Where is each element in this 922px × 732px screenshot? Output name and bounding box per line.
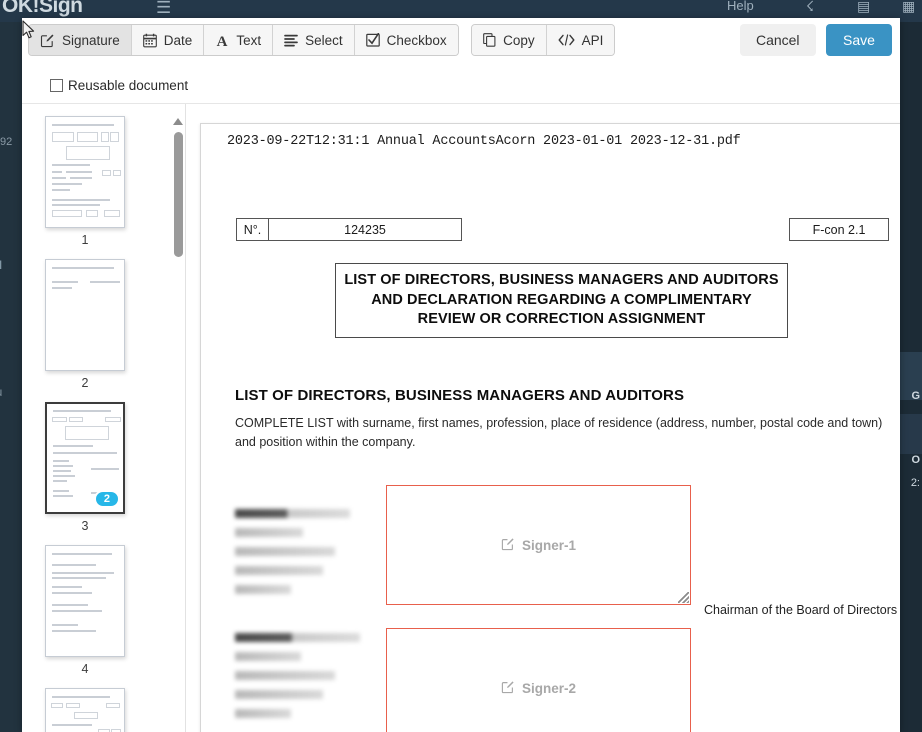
redacted-party-details xyxy=(235,509,355,604)
editor-body: 1 2 2 3 4 2023-09-22T12:31:1 Annual Acco… xyxy=(22,104,900,732)
copy-icon xyxy=(483,33,496,47)
utility-tools-group: Copy API xyxy=(471,24,616,56)
modal-actions: Cancel Save xyxy=(734,24,892,56)
sidebar-fragment-api[interactable]: API xyxy=(0,258,2,272)
list-lines-icon xyxy=(284,34,298,47)
field-tools-group: Signature Date A Text Select Checkbox xyxy=(28,24,459,56)
thumbnail-page-5[interactable] xyxy=(45,688,125,732)
editor-toolbar: Signature Date A Text Select Checkbox Co… xyxy=(22,18,900,60)
thumbnail-field-count-badge: 2 xyxy=(93,490,120,508)
signature-field-signer-2[interactable]: Signer-2 xyxy=(386,628,691,732)
pen-square-icon xyxy=(40,33,55,48)
svg-text:A: A xyxy=(217,34,228,48)
document-title: LIST OF DIRECTORS, BUSINESS MANAGERS AND… xyxy=(335,263,788,338)
document-viewer[interactable]: 2023-09-22T12:31:1 Annual AccountsAcorn … xyxy=(186,104,900,732)
signature-field-signer-1[interactable]: Signer-1 xyxy=(386,485,691,605)
help-link[interactable]: Help xyxy=(727,0,754,13)
document-number-value: 124235 xyxy=(344,222,386,237)
tool-date-label: Date xyxy=(163,32,193,48)
tool-text-button[interactable]: A Text xyxy=(204,25,274,55)
thumbnail-page-2[interactable] xyxy=(45,259,125,371)
tool-signature-button[interactable]: Signature xyxy=(29,25,132,55)
thumbnail-page-1[interactable] xyxy=(45,116,125,228)
right-panel-label-time: 2: xyxy=(910,477,920,489)
copy-label: Copy xyxy=(503,32,535,48)
pen-square-icon xyxy=(501,680,515,697)
thumbnail-item[interactable]: 4 xyxy=(22,545,148,676)
save-button[interactable]: Save xyxy=(826,24,892,56)
document-page[interactable]: 2023-09-22T12:31:1 Annual AccountsAcorn … xyxy=(200,123,900,732)
signature-field-name: Signer-1 xyxy=(521,537,576,553)
pen-square-icon xyxy=(501,537,515,554)
redacted-party-details xyxy=(235,633,365,728)
tool-checkbox-label: Checkbox xyxy=(386,32,447,48)
role-label-chairman: Chairman of the Board of Directors xyxy=(704,603,898,617)
copy-button[interactable]: Copy xyxy=(472,25,547,55)
resize-handle-icon[interactable] xyxy=(678,592,689,603)
thumbnail-number: 4 xyxy=(81,662,89,676)
code-brackets-icon xyxy=(558,34,575,46)
sidebar-fragment-contact[interactable]: ct u xyxy=(0,385,2,399)
reusable-document-row[interactable]: Reusable document xyxy=(50,78,188,93)
api-button[interactable]: API xyxy=(546,25,615,55)
right-panel-label-g: G xyxy=(911,390,920,402)
reusable-document-label: Reusable document xyxy=(68,78,189,93)
signature-field-label: Signer-2 xyxy=(501,680,576,697)
chevron-up-icon[interactable] xyxy=(173,118,183,125)
calendar-icon xyxy=(142,33,157,48)
thumbnail-item[interactable]: 2 xyxy=(22,259,148,390)
tool-text-label: Text xyxy=(236,32,262,48)
document-form-code: F-con 2.1 xyxy=(789,218,889,241)
tool-select-label: Select xyxy=(305,32,343,48)
document-filename: 2023-09-22T12:31:1 Annual AccountsAcorn … xyxy=(227,134,741,149)
tool-checkbox-button[interactable]: Checkbox xyxy=(354,25,458,55)
app-logo[interactable]: OK!Sign xyxy=(2,0,83,18)
thumbnail-item[interactable]: 5 xyxy=(22,688,148,732)
grid-icon[interactable]: ▦ xyxy=(902,0,915,15)
section-paragraph: COMPLETE LIST with surname, first names,… xyxy=(235,416,883,449)
checkbox-check-icon xyxy=(365,33,380,47)
api-label: API xyxy=(581,32,604,48)
document-number-label: N°. xyxy=(237,219,269,240)
tool-date-button[interactable]: Date xyxy=(131,25,205,55)
signature-field-label: Signer-1 xyxy=(501,537,576,554)
thumbnail-scrollbar[interactable] xyxy=(170,104,186,732)
signature-field-name: Signer-2 xyxy=(521,680,576,696)
thumbnail-page-3[interactable]: 2 xyxy=(45,402,125,514)
thumbnail-item[interactable]: 2 3 xyxy=(22,402,148,533)
reusable-document-checkbox[interactable] xyxy=(50,79,63,92)
page-thumbnail-list[interactable]: 1 2 2 3 4 xyxy=(22,104,148,732)
thumbnail-item[interactable]: 1 xyxy=(22,116,148,247)
thumbnail-number: 2 xyxy=(81,376,89,390)
section-heading: LIST OF DIRECTORS, BUSINESS MANAGERS AND… xyxy=(235,387,685,404)
hamburger-icon[interactable]: ☰ xyxy=(156,0,171,18)
tool-signature-label: Signature xyxy=(62,32,120,48)
sidebar-counter: 92 xyxy=(0,136,13,148)
document-number-field: N°. 124235 xyxy=(236,218,462,241)
thumbnail-number: 3 xyxy=(81,519,89,533)
thumbnail-page-4[interactable] xyxy=(45,545,125,657)
notifications-icon[interactable]: ☇ xyxy=(806,0,814,15)
right-panel-label-o: O xyxy=(911,454,920,466)
thumbnail-number: 1 xyxy=(81,233,89,247)
thumbnail-scroll-thumb[interactable] xyxy=(174,132,183,257)
text-a-icon: A xyxy=(215,33,229,48)
cancel-button[interactable]: Cancel xyxy=(739,24,816,56)
cards-icon[interactable]: ▤ xyxy=(857,0,870,15)
tool-select-button[interactable]: Select xyxy=(273,25,355,55)
field-editor-modal: Signature Date A Text Select Checkbox Co… xyxy=(22,18,900,732)
